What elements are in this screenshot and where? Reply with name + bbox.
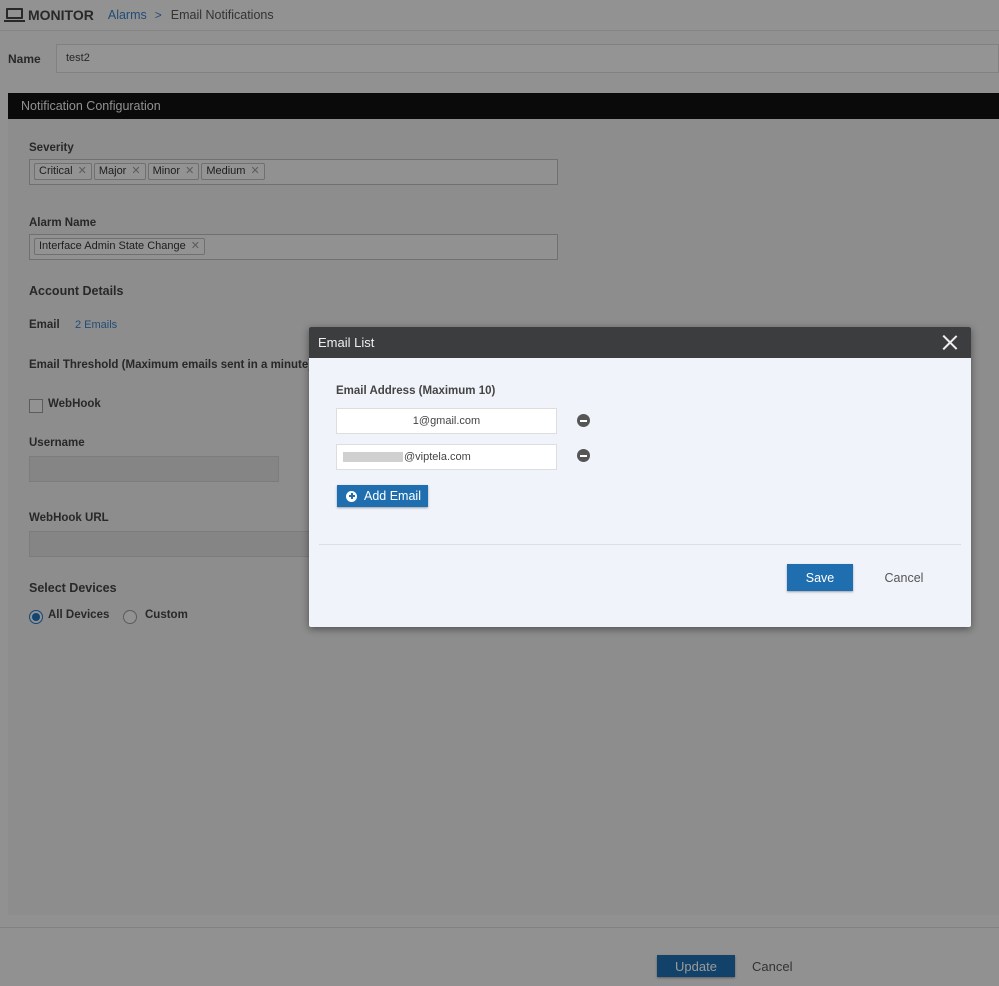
plus-circle-icon: [346, 490, 357, 502]
email-list-modal: Email List Email Address (Maximum 10) 1@…: [309, 327, 971, 627]
email-input[interactable]: 1@gmail.com: [336, 408, 557, 434]
close-icon[interactable]: [942, 335, 957, 350]
remove-email-icon[interactable]: [577, 449, 590, 462]
remove-email-icon[interactable]: [577, 414, 590, 427]
email-input[interactable]: @viptela.com: [336, 444, 557, 470]
save-button[interactable]: Save: [787, 564, 853, 591]
modal-cancel-button[interactable]: Cancel: [877, 564, 931, 591]
add-email-button[interactable]: Add Email: [337, 485, 428, 507]
email-address-label: Email Address (Maximum 10): [336, 385, 496, 397]
redacted-text: [343, 452, 403, 463]
modal-divider: [319, 544, 961, 545]
modal-title: Email List: [318, 335, 375, 350]
modal-header: Email List: [309, 327, 971, 358]
